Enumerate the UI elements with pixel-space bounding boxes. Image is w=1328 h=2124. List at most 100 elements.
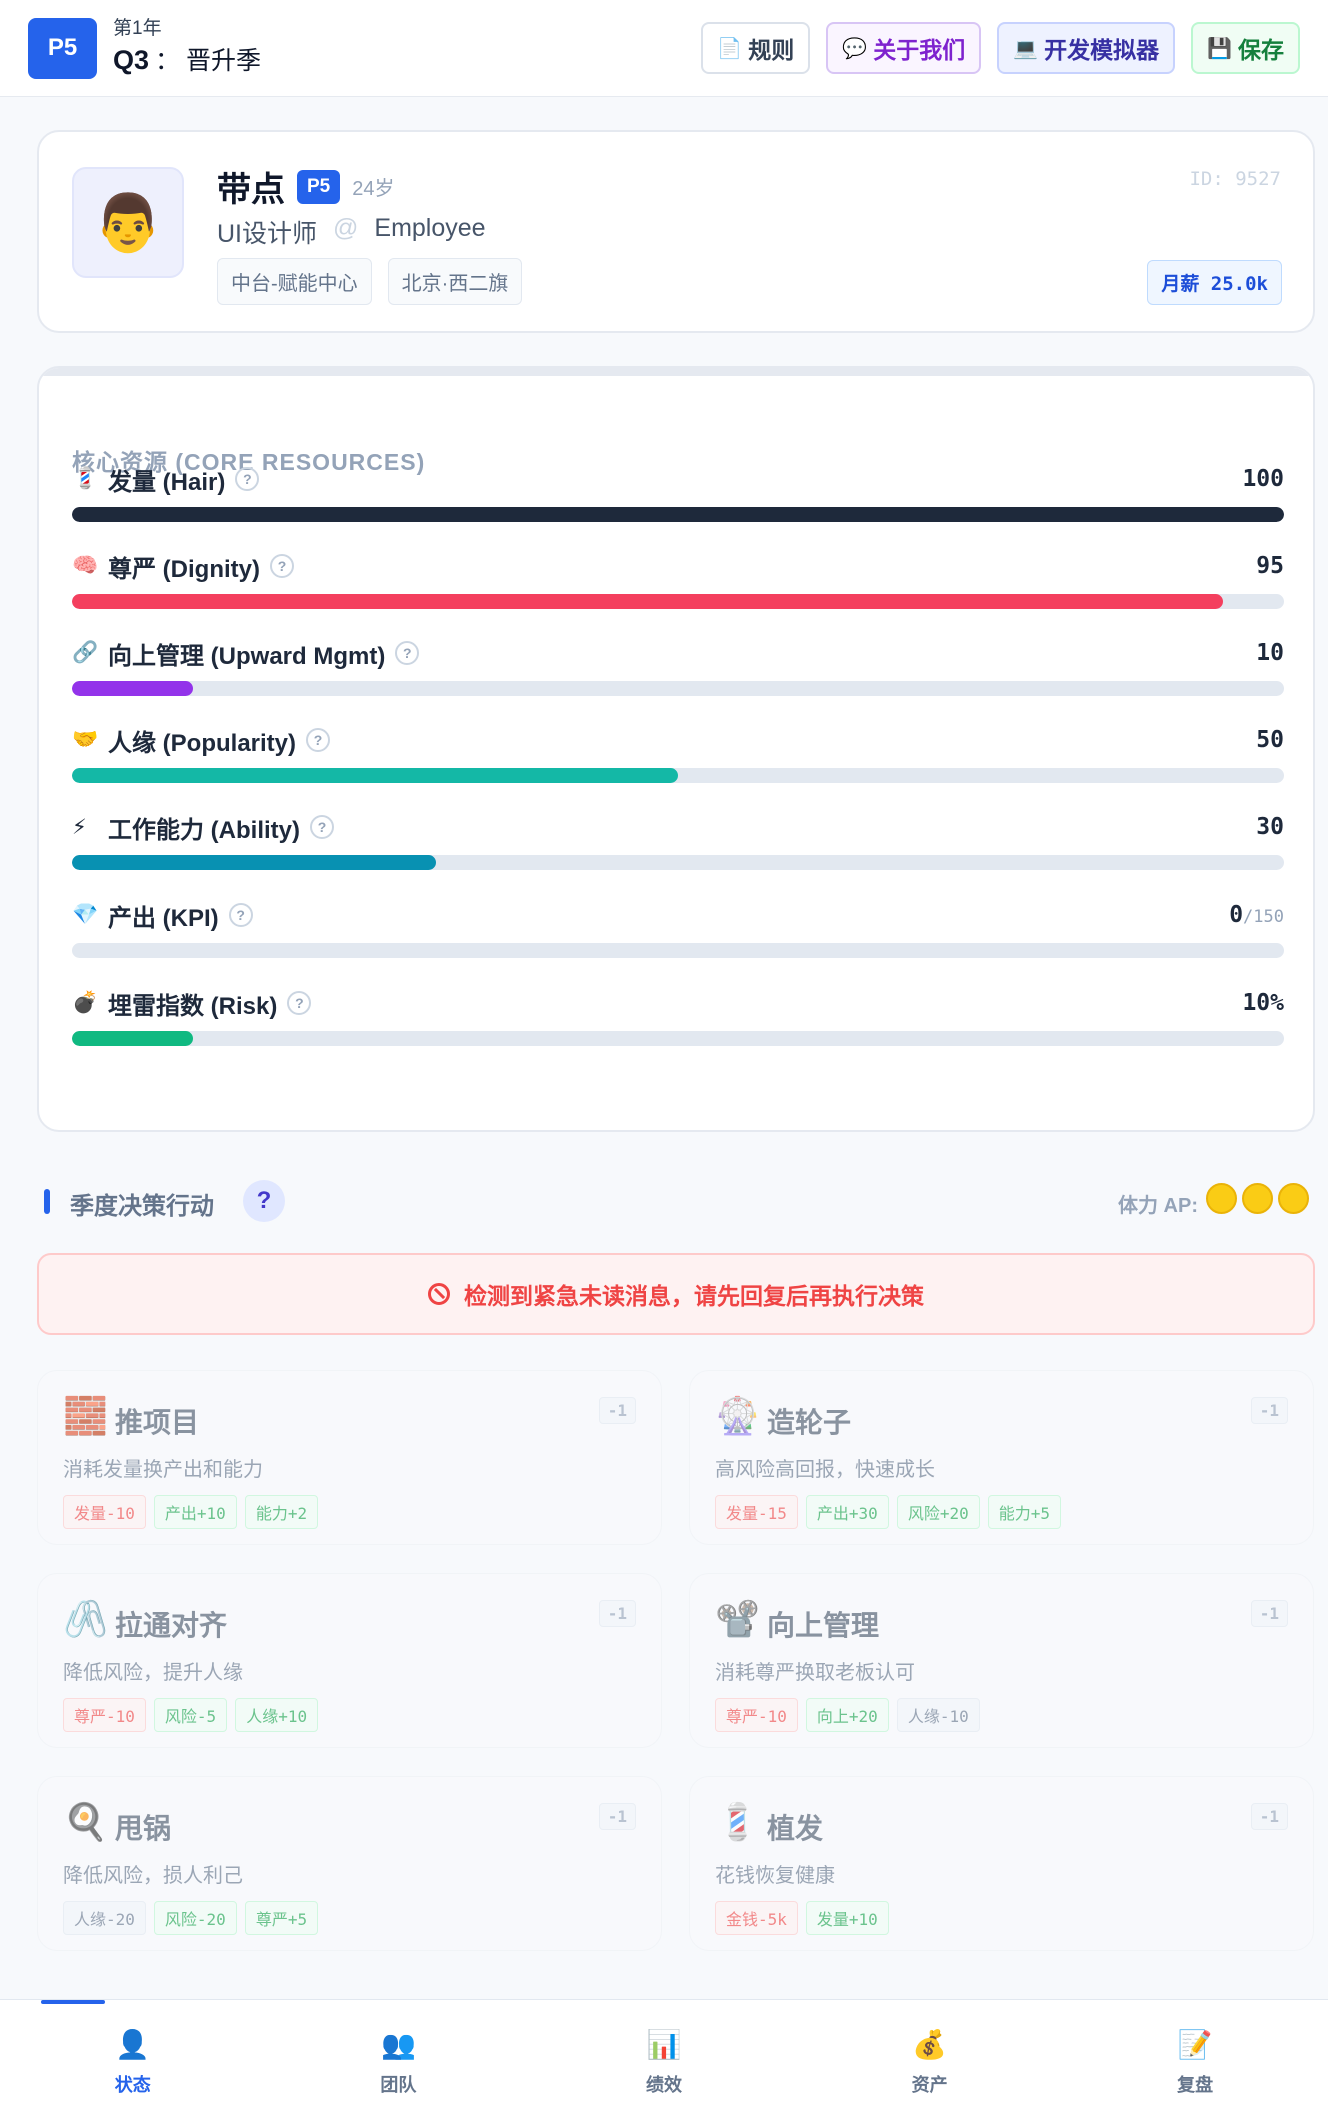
- action-icon: 💈: [715, 1801, 760, 1842]
- effect-tag: 风险-20: [153, 1901, 237, 1935]
- level-badge: P5: [28, 17, 97, 79]
- action-cost: -1: [1250, 1803, 1288, 1830]
- dev-simulator-button[interactable]: 💻 开发模拟器: [997, 22, 1176, 74]
- resource-bar: [72, 855, 1284, 870]
- resource-bar: [72, 943, 1284, 958]
- resource-label: 人缘 (Popularity): [108, 729, 297, 757]
- action-cost: -1: [598, 1803, 636, 1830]
- help-icon[interactable]: ?: [269, 554, 294, 578]
- nav-tab-status[interactable]: 👤 状态: [0, 2000, 266, 2124]
- action-title: 向上管理: [767, 1610, 880, 1641]
- resource-row: 🤝 人缘 (Popularity)? 50: [72, 724, 1284, 783]
- help-icon[interactable]: ?: [310, 815, 334, 839]
- resource-bar-fill: [72, 594, 1224, 609]
- effect-tag: 金钱-5k: [715, 1901, 798, 1935]
- resource-label: 工作能力 (Ability): [108, 816, 300, 844]
- team-icon: 👥: [380, 2028, 416, 2060]
- resource-bar-fill: [72, 681, 194, 696]
- action-card[interactable]: 📽️ 向上管理 -1 消耗尊严换取老板认可 尊严-10 向上+20 人缘-10: [689, 1573, 1314, 1748]
- action-cost: -1: [598, 1397, 636, 1424]
- quarter-line: Q3：晋升季: [113, 42, 261, 79]
- action-card[interactable]: 🎡 造轮子 -1 高风险高回报，快速成长 发量-15 产出+30 风险+20 能力+5: [689, 1370, 1314, 1545]
- nav-label: 复盘: [1177, 2074, 1214, 2095]
- about-us-button[interactable]: 💬 关于我们: [826, 22, 982, 74]
- resource-label: 埋雷指数 (Risk): [108, 992, 278, 1020]
- help-icon[interactable]: ?: [287, 991, 312, 1015]
- resource-row: 🧠 尊严 (Dignity)? 95: [72, 550, 1284, 609]
- resource-row: ⚡ 工作能力 (Ability)? 30: [72, 811, 1284, 870]
- resource-value: 50: [1256, 727, 1284, 753]
- action-description: 高风险高回报，快速成长: [715, 1459, 935, 1481]
- quarter-label: Q3: [113, 44, 150, 75]
- resource-max: /150: [1243, 907, 1284, 927]
- urgent-message-alert: 检测到紧急未读消息，请先回复后再执行决策: [37, 1253, 1315, 1335]
- effect-tag: 人缘-20: [63, 1901, 146, 1935]
- resource-value: 10: [1256, 640, 1284, 666]
- action-cost: -1: [1250, 1397, 1288, 1424]
- nav-tab-performance[interactable]: 📊 绩效: [531, 2000, 797, 2124]
- help-icon[interactable]: ?: [228, 903, 253, 927]
- ap-point: [1278, 1183, 1309, 1214]
- help-icon[interactable]: ?: [306, 728, 331, 752]
- resource-header: 💣 埋雷指数 (Risk)? 10%: [72, 987, 1284, 1020]
- action-card[interactable]: 💈 植发 -1 花钱恢复健康 金钱-5k 发量+10: [689, 1776, 1314, 1951]
- action-card[interactable]: 🖇️ 拉通对齐 -1 降低风险，提升人缘 尊严-10 风险-5 人缘+10: [37, 1573, 662, 1748]
- resource-label: 产出 (KPI): [108, 904, 219, 932]
- at-separator: @: [333, 214, 359, 242]
- action-title: 植发: [767, 1813, 824, 1844]
- action-icon: 🖇️: [63, 1598, 108, 1639]
- about-us-label: 关于我们: [873, 37, 966, 63]
- nav-label: 团队: [380, 2074, 417, 2095]
- action-title: 造轮子: [767, 1407, 852, 1438]
- year-label: 第1年: [113, 17, 162, 39]
- alert-text: 检测到紧急未读消息，请先回复后再执行决策: [464, 1283, 924, 1309]
- action-effects: 尊严-10 向上+20 人缘-10: [715, 1698, 980, 1732]
- action-card[interactable]: 🍳 甩锅 -1 降低风险，损人利己 人缘-20 风险-20 尊严+5: [37, 1776, 662, 1951]
- rules-label: 规则: [748, 37, 795, 63]
- prohibited-icon: [428, 1283, 450, 1305]
- location-tag: 北京·西二旗: [387, 258, 523, 305]
- player-level-badge: P5: [297, 169, 341, 204]
- resource-icon: 🤝: [72, 728, 99, 751]
- resource-row: 💎 产出 (KPI)? 0/150: [72, 899, 1284, 958]
- action-title: 甩锅: [115, 1813, 172, 1844]
- assets-icon: 💰: [912, 2028, 948, 2060]
- nav-tab-team[interactable]: 👥 团队: [266, 2000, 532, 2124]
- effect-tag: 人缘-10: [896, 1698, 980, 1732]
- effect-tag: 向上+20: [805, 1698, 889, 1732]
- effect-tag: 产出+10: [153, 1495, 237, 1529]
- action-cost: -1: [598, 1600, 636, 1627]
- profile-name-row: 带点 P5 24岁: [217, 162, 395, 211]
- effect-tag: 发量-15: [715, 1495, 798, 1529]
- help-icon[interactable]: ?: [235, 467, 260, 491]
- nav-tab-assets[interactable]: 💰 资产: [797, 2000, 1063, 2124]
- resource-bar: [72, 507, 1284, 522]
- decisions-help-button[interactable]: ?: [243, 1180, 285, 1222]
- save-button[interactable]: 💾 保存: [1191, 22, 1300, 74]
- player-age: 24岁: [352, 178, 395, 200]
- effect-tag: 发量-10: [63, 1495, 146, 1529]
- core-resources-card: 核心资源 (CORE RESOURCES) 💈 发量 (Hair)? 100 🧠 尊严 …: [37, 366, 1315, 1132]
- ap-label: 体力 AP:: [1118, 1195, 1198, 1217]
- resource-header: 💎 产出 (KPI)? 0/150: [72, 899, 1284, 932]
- effect-tag: 能力+2: [244, 1495, 319, 1529]
- profile-tags: 中台-赋能中心 北京·西二旗: [217, 258, 523, 305]
- ap-point: [1242, 1183, 1273, 1214]
- ap-indicator: [1206, 1183, 1309, 1214]
- salary-badge: 月薪 25.0k: [1147, 260, 1282, 305]
- resource-icon: 💈: [72, 467, 99, 490]
- resource-header: 🔗 向上管理 (Upward Mgmt)? 10: [72, 637, 1284, 670]
- effect-tag: 发量+10: [805, 1901, 889, 1935]
- quarter-separator: ：: [155, 46, 181, 75]
- action-card[interactable]: 🧱 推项目 -1 消耗发量换产出和能力 发量-10 产出+10 能力+2: [37, 1370, 662, 1545]
- nav-tab-review[interactable]: 📝 复盘: [1062, 2000, 1328, 2124]
- player-name: 带点: [217, 171, 285, 209]
- help-icon[interactable]: ?: [395, 641, 420, 665]
- avatar: 👨: [72, 167, 184, 278]
- performance-icon: 📊: [646, 2028, 682, 2060]
- employee-type: Employee: [374, 214, 486, 242]
- department-tag: 中台-赋能中心: [217, 258, 372, 305]
- rules-button[interactable]: 📄 规则: [701, 22, 811, 74]
- resource-value: 0/150: [1229, 902, 1284, 928]
- resource-icon: 🧠: [72, 554, 99, 577]
